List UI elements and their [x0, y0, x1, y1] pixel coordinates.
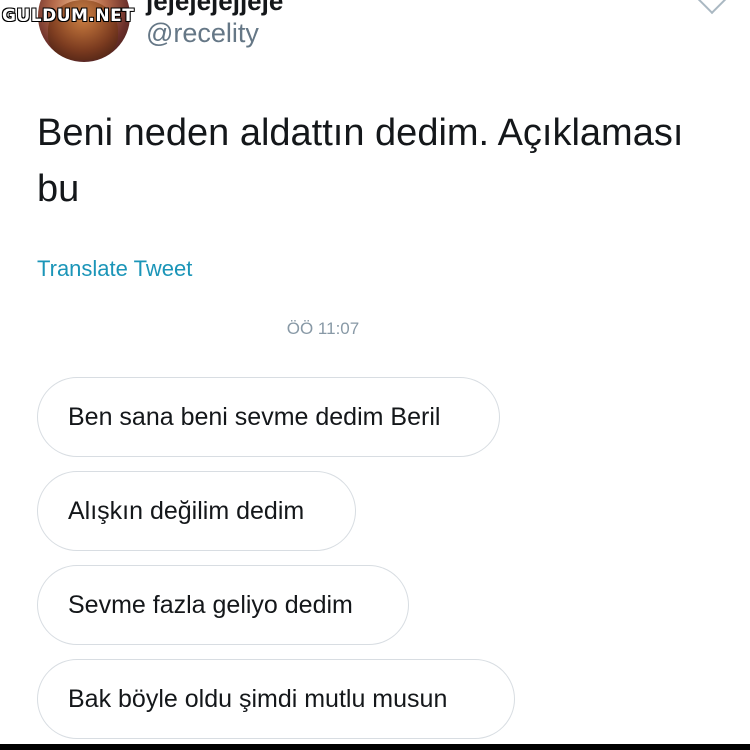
message-text: Ben sana beni sevme dedim Beril [68, 402, 441, 431]
chat-timestamp: ÖÖ 11:07 [286, 319, 360, 338]
message-bubble: Sevme fazla geliyo dedim [37, 565, 409, 645]
display-name[interactable]: jejejejejjeje [146, 0, 283, 17]
message-text: Bak böyle oldu şimdi mutlu musun [68, 684, 448, 713]
bottom-divider [0, 744, 750, 750]
message-bubble: Alışkın değilim dedim [37, 471, 356, 551]
chevron-down-icon[interactable] [697, 0, 727, 15]
tweet-text: Beni neden aldattın dedim. Açıklaması bu [37, 112, 684, 210]
message-text: Sevme fazla geliyo dedim [68, 590, 353, 619]
user-handle[interactable]: @recelity [146, 18, 259, 49]
screenshot: GULDUM.NET jejejejejjeje @recelity Beni … [0, 0, 750, 750]
site-watermark: GULDUM.NET [1, 5, 135, 27]
message-text: Alışkın değilim dedim [68, 496, 305, 525]
translate-tweet-link[interactable]: Translate Tweet [37, 256, 192, 282]
message-bubble: Bak böyle oldu şimdi mutlu musun [37, 659, 515, 739]
message-bubble: Ben sana beni sevme dedim Beril [37, 377, 500, 457]
